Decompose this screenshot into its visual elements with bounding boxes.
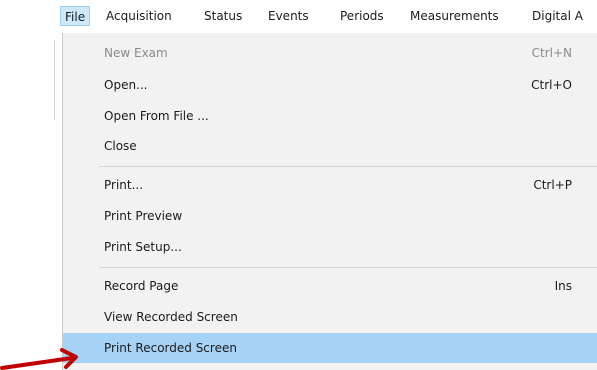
menu-item-print-preview[interactable]: Print Preview [63,201,597,231]
menu-item-label: Open From File ... [104,109,209,123]
menu-item-label: New Exam [104,46,168,60]
menu-item-view-recorded-screen[interactable]: View Recorded Screen [63,302,597,332]
menu-item-label: Record Page [104,279,179,293]
file-dropdown-menu: New Exam Ctrl+N Open... Ctrl+O Open From… [62,33,597,370]
menu-item-label: Print Recorded Screen [104,341,237,355]
red-arrow-icon [0,348,78,370]
menu-item-shortcut: Ctrl+N [531,46,572,60]
background-window-edge [0,0,60,370]
menu-item-print[interactable]: Print... Ctrl+P [63,170,597,200]
menu-item-label: Close [104,139,137,153]
menu-item-shortcut: Ctrl+P [533,178,572,192]
menu-item-label: Open... [104,78,148,92]
menu-status[interactable]: Status [204,8,242,24]
menu-item-new-exam[interactable]: New Exam Ctrl+N [63,38,597,68]
menu-item-label: Print Preview [104,209,183,223]
menu-item-open-from-file[interactable]: Open From File ... [63,101,597,131]
menu-item-print-recorded-screen[interactable]: Print Recorded Screen [63,333,597,363]
menu-item-label: Print... [104,178,144,192]
menu-item-open[interactable]: Open... Ctrl+O [63,70,597,100]
menu-separator [99,166,597,167]
divider [54,40,55,120]
menu-item-shortcut: Ins [554,279,572,293]
menu-item-print-setup[interactable]: Print Setup... [63,232,597,262]
menu-item-label: Print Setup... [104,240,182,254]
menu-digital[interactable]: Digital A [532,8,583,24]
menu-item-close[interactable]: Close [63,131,597,161]
menu-periods[interactable]: Periods [340,8,384,24]
menu-file[interactable]: File [60,6,91,26]
menu-separator [99,267,597,268]
menu-item-shortcut: Ctrl+O [531,78,572,92]
menu-acquisition[interactable]: Acquisition [106,8,172,24]
menu-item-label: View Recorded Screen [104,310,238,324]
menu-item-record-page[interactable]: Record Page Ins [63,271,597,301]
menu-bar: File Acquisition Status Events Periods M… [58,0,597,30]
menu-events[interactable]: Events [268,8,309,24]
menu-measurements[interactable]: Measurements [410,8,499,24]
